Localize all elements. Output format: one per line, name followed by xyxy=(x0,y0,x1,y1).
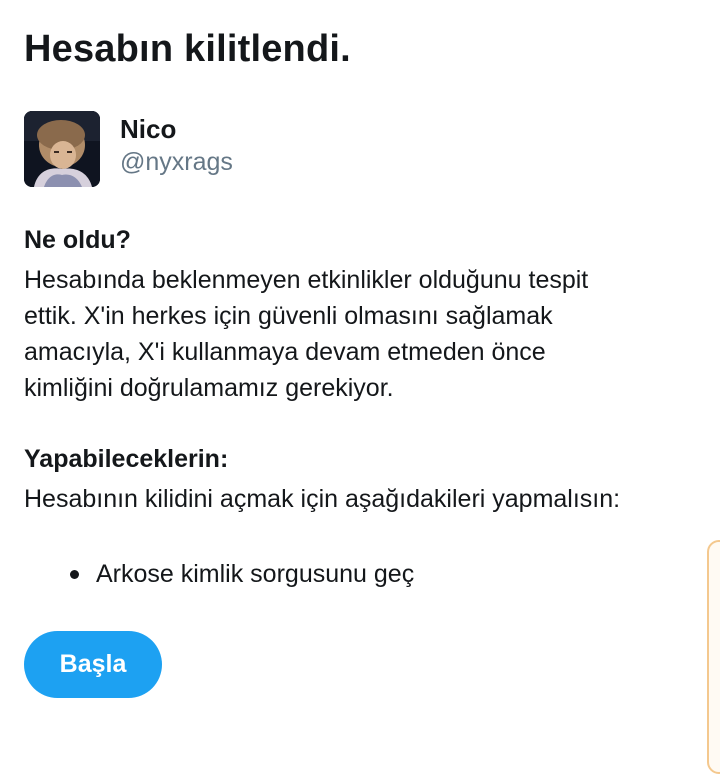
user-handle: @nyxrags xyxy=(120,148,233,176)
what-happened-line: kimliğini doğrulamamız gerekiyor. xyxy=(24,374,394,402)
edge-scroll-handle[interactable] xyxy=(707,540,720,774)
what-happened-heading: Ne oldu? xyxy=(24,226,131,254)
what-happened-line: amacıyla, X'i kullanmaya devam etmeden ö… xyxy=(24,338,546,366)
required-steps-list: Arkose kimlik sorgusunu geç xyxy=(70,556,414,592)
start-button[interactable]: Başla xyxy=(24,631,162,698)
step-label: Arkose kimlik sorgusunu geç xyxy=(96,560,415,588)
account-card: Nico @nyxrags xyxy=(24,111,233,187)
avatar xyxy=(24,111,100,187)
what-happened-line: Hesabında beklenmeyen etkinlikler olduğu… xyxy=(24,266,589,294)
what-happened-text: Hesabında beklenmeyen etkinlikler olduğu… xyxy=(24,262,704,406)
page-title: Hesabın kilitlendi. xyxy=(24,28,351,70)
avatar-photo-icon xyxy=(24,111,100,187)
what-happened-line: ettik. X'in herkes için güvenli olmasını… xyxy=(24,302,553,330)
list-item: Arkose kimlik sorgusunu geç xyxy=(70,556,414,592)
display-name: Nico xyxy=(120,114,177,144)
bullet-icon xyxy=(70,569,79,579)
what-you-can-do-heading: Yapabileceklerin: xyxy=(24,445,229,473)
what-you-can-do-text: Hesabının kilidini açmak için aşağıdakil… xyxy=(24,485,621,513)
